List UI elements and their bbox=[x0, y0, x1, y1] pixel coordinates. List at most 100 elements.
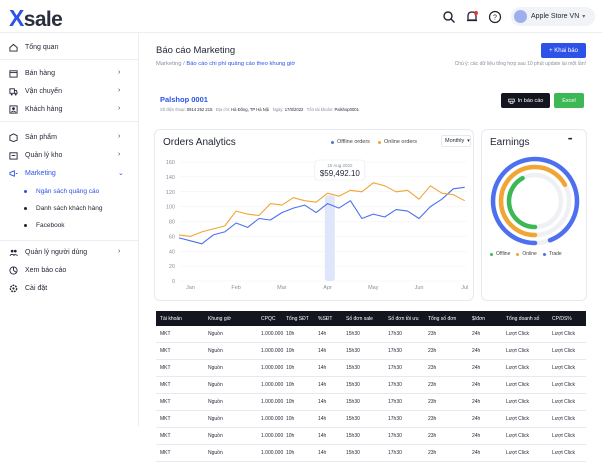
report-table: Tài khoản Khung giờ CPQC Tổng SĐT %SĐT Số đơn… bbox=[156, 311, 586, 462]
period-select[interactable]: Monthly ▾ bbox=[441, 135, 471, 147]
cart-icon bbox=[9, 70, 18, 78]
table-cell: 17h30 bbox=[388, 450, 402, 456]
column-header[interactable]: Tổng số đơn bbox=[428, 316, 456, 322]
table-cell: 14h bbox=[318, 348, 327, 354]
y-tick-label: 120 bbox=[166, 190, 175, 196]
table-cell: Lượt Click bbox=[552, 450, 576, 456]
table-cell: 14h bbox=[318, 382, 327, 388]
account-switcher[interactable]: Apple Store VN ▾ bbox=[511, 7, 595, 26]
bell-icon[interactable] bbox=[465, 10, 479, 24]
report-icon bbox=[9, 266, 18, 275]
sidebar-item-warehouse[interactable]: Quản lý kho bbox=[9, 151, 62, 160]
table-row[interactable]: MKT Nguồn 1.000.000 10h 14h 15h30 17h30 23h 24h L… bbox=[156, 428, 586, 445]
breadcrumb: Marketing / Báo cáo chi phí quảng cáo th… bbox=[156, 61, 296, 67]
column-header[interactable]: Tài khoản bbox=[160, 316, 182, 322]
legend-online: Online orders bbox=[378, 139, 417, 145]
x-tick-label: Apr bbox=[323, 285, 332, 291]
x-tick-label: Jul bbox=[461, 285, 468, 291]
table-cell: 15h30 bbox=[346, 399, 360, 405]
sidebar-item-sales[interactable]: Bán hàng bbox=[9, 69, 55, 78]
table-row[interactable]: MKT Nguồn 1.000.000 10h 14h 15h30 17h30 23h 24h L… bbox=[156, 394, 586, 411]
table-cell: 1.000.000 bbox=[261, 416, 284, 422]
sidebar-subitem-facebook[interactable]: Facebook bbox=[24, 222, 65, 229]
table-cell: Nguồn bbox=[208, 348, 223, 354]
table-cell: 15h30 bbox=[346, 382, 360, 388]
sidebar-item-settings[interactable]: Cài đặt bbox=[9, 284, 47, 293]
column-header[interactable]: %SĐT bbox=[318, 316, 332, 322]
column-header[interactable]: $/đơn bbox=[472, 316, 485, 322]
breadcrumb-root[interactable]: Marketing bbox=[156, 61, 181, 67]
table-cell: 17h30 bbox=[388, 331, 402, 337]
declare-button[interactable]: + Khai báo bbox=[541, 43, 586, 58]
table-cell: MKT bbox=[160, 433, 171, 439]
legend-offline: Offline orders bbox=[331, 139, 370, 145]
table-row[interactable]: MKT Nguồn 1.000.000 10h 14h 15h30 17h30 23h 24h L… bbox=[156, 326, 586, 343]
sidebar-item-products[interactable]: Sản phẩm bbox=[9, 133, 57, 142]
chevron-right-icon: › bbox=[118, 87, 121, 94]
print-report-button[interactable]: In báo cáo bbox=[501, 93, 550, 108]
update-note: Chú ý: các dữ liệu tổng hợp sau 10 phút … bbox=[454, 61, 586, 67]
table-row[interactable]: MKT Nguồn 1.000.000 10h 14h 15h30 17h30 23h 24h L… bbox=[156, 411, 586, 428]
more-options-icon[interactable]: ••• bbox=[568, 137, 572, 143]
table-cell: 14h bbox=[318, 399, 327, 405]
table-cell: 15h30 bbox=[346, 348, 360, 354]
sidebar-item-overview[interactable]: Tổng quan bbox=[9, 43, 58, 52]
table-cell: Nguồn bbox=[208, 399, 223, 405]
y-tick-label: 140 bbox=[166, 175, 175, 181]
home-icon bbox=[9, 43, 18, 52]
table-header: Tài khoản Khung giờ CPQC Tổng SĐT %SĐT Số đơn… bbox=[156, 311, 586, 326]
search-icon[interactable] bbox=[442, 10, 456, 24]
column-header[interactable]: Số đơn sale bbox=[346, 316, 373, 322]
column-header[interactable]: Khung giờ bbox=[208, 316, 231, 322]
y-tick-label: 60 bbox=[169, 234, 175, 240]
table-cell: MKT bbox=[160, 450, 171, 456]
table-cell: 23h bbox=[428, 399, 437, 405]
xsale-logo[interactable]: Xsale bbox=[9, 5, 63, 32]
x-tick-label: Mar bbox=[277, 285, 287, 291]
table-row[interactable]: MKT Nguồn 1.000.000 10h 14h 15h30 17h30 23h 24h L… bbox=[156, 445, 586, 462]
column-header[interactable]: Tổng SĐT bbox=[286, 316, 309, 322]
table-cell: 17h30 bbox=[388, 382, 402, 388]
sidebar-item-shipping[interactable]: Vận chuyển bbox=[9, 87, 62, 96]
table-cell: 15h30 bbox=[346, 365, 360, 371]
avatar bbox=[514, 10, 527, 23]
table-cell: 23h bbox=[428, 331, 437, 337]
sidebar-item-user-management[interactable]: Quản lý người dùng bbox=[9, 248, 87, 257]
table-cell: 14h bbox=[318, 450, 327, 456]
sidebar-item-marketing[interactable]: Marketing bbox=[9, 169, 56, 178]
table-row[interactable]: MKT Nguồn 1.000.000 10h 14h 15h30 17h30 23h 24h L… bbox=[156, 343, 586, 360]
chevron-right-icon: › bbox=[118, 105, 121, 112]
table-cell: 23h bbox=[428, 382, 437, 388]
orders-title: Orders Analytics bbox=[163, 137, 236, 148]
table-cell: 24h bbox=[472, 416, 481, 422]
table-cell: 15h30 bbox=[346, 433, 360, 439]
column-header[interactable]: CP/DS% bbox=[552, 316, 572, 322]
sidebar-item-label: Quản lý người dùng bbox=[25, 249, 88, 256]
excel-export-button[interactable]: Excel bbox=[554, 93, 584, 108]
sidebar-subitem-ad-budget[interactable]: Ngân sách quảng cáo bbox=[24, 188, 99, 195]
table-row[interactable]: MKT Nguồn 1.000.000 10h 14h 15h30 17h30 23h 24h L… bbox=[156, 377, 586, 394]
table-cell: Nguồn bbox=[208, 365, 223, 371]
table-cell: 10h bbox=[286, 450, 295, 456]
shop-name[interactable]: Palshop 0001 bbox=[160, 95, 208, 104]
y-tick-label: 40 bbox=[169, 249, 175, 255]
column-header[interactable]: Tổng doanh số bbox=[506, 316, 539, 322]
breadcrumb-current: Báo cáo chi phí quảng cáo theo khung giờ bbox=[186, 61, 296, 67]
x-tick-label: Jan bbox=[186, 285, 195, 291]
table-cell: Lượt Click bbox=[506, 348, 530, 354]
earnings-donut bbox=[490, 156, 580, 246]
table-cell: 24h bbox=[472, 365, 481, 371]
table-cell: Nguồn bbox=[208, 450, 223, 456]
column-header[interactable]: CPQC bbox=[261, 316, 275, 322]
table-cell: 10h bbox=[286, 399, 295, 405]
hover-band bbox=[324, 195, 335, 281]
sidebar-item-customers[interactable]: Khách hàng bbox=[9, 105, 62, 114]
sidebar-subitem-customer-list[interactable]: Danh sách khách hàng bbox=[24, 205, 103, 212]
column-header[interactable]: Số đơn tồi ưu bbox=[388, 316, 419, 322]
help-icon[interactable]: ? bbox=[488, 10, 502, 24]
sidebar-item-reports[interactable]: Xem báo cáo bbox=[9, 266, 66, 275]
table-row[interactable]: MKT Nguồn 1.000.000 10h 14h 15h30 17h30 23h 24h L… bbox=[156, 360, 586, 377]
chevron-right-icon: › bbox=[118, 133, 121, 140]
table-cell: 1.000.000 bbox=[261, 399, 284, 405]
chevron-down-icon: ⌄ bbox=[118, 170, 124, 177]
